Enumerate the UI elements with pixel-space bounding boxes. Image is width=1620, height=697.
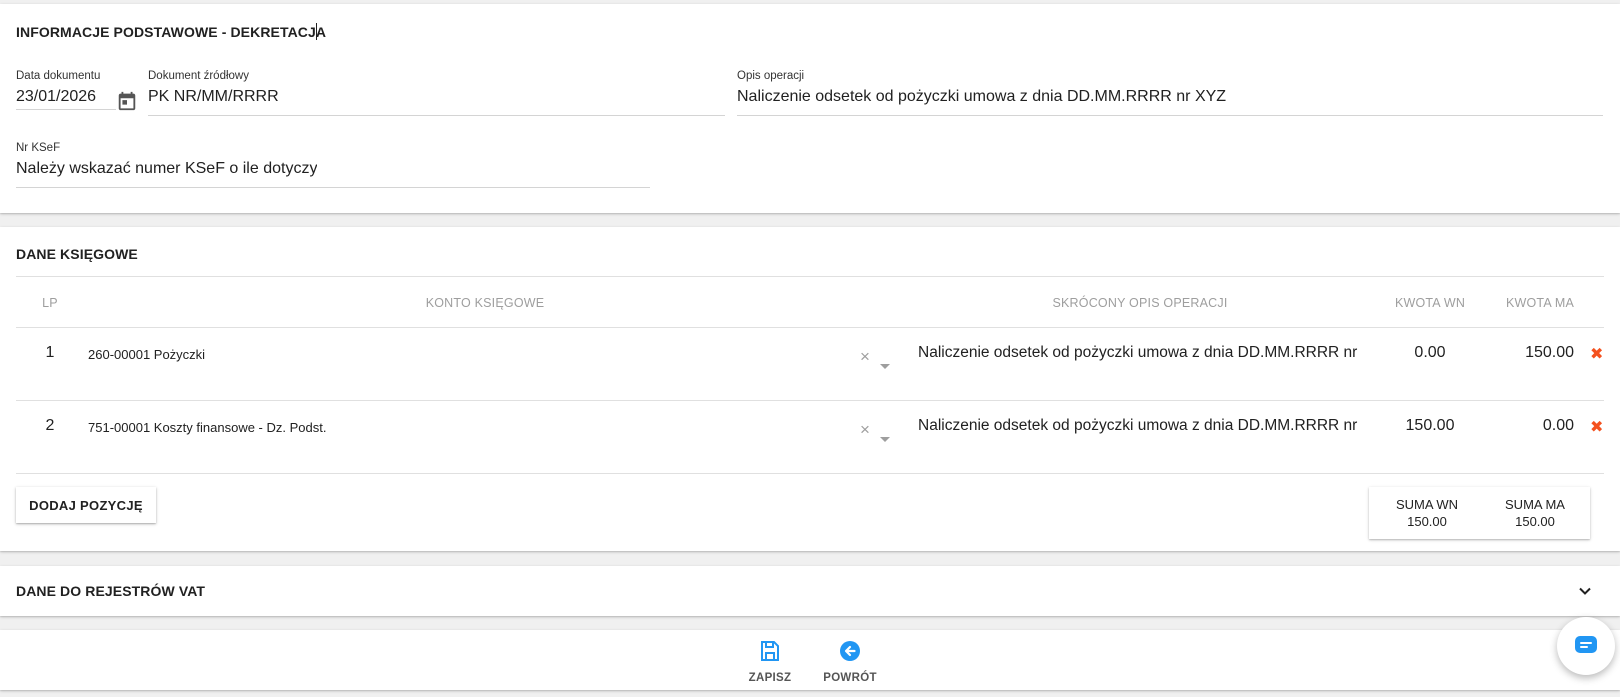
- ksef-number-underline: [16, 187, 650, 188]
- column-header-lp: LP: [42, 296, 58, 310]
- back-button[interactable]: POWRÓT: [821, 639, 879, 684]
- dropdown-caret-icon[interactable]: [880, 364, 890, 369]
- row-divider: [16, 473, 1604, 474]
- sum-wn-value: 150.00: [1407, 514, 1447, 529]
- document-date-field[interactable]: Data dokumentu 23/01/2026: [16, 70, 116, 110]
- basic-info-title: INFORMACJE PODSTAWOWE - DEKRETACJA: [16, 24, 327, 40]
- save-label: ZAPISZ: [748, 672, 792, 684]
- operation-description-value[interactable]: Naliczenie odsetek od pożyczki umowa z d…: [737, 88, 1226, 106]
- document-date-value[interactable]: 23/01/2026: [16, 88, 96, 106]
- source-document-field[interactable]: Dokument źródłowy PK NR/MM/RRRR: [148, 70, 725, 116]
- floppy-disk-icon: [761, 641, 779, 661]
- column-header-amount-ma: KWOTA MA: [1505, 296, 1575, 310]
- sum-wn-label: SUMA WN: [1395, 497, 1459, 512]
- column-header-amount-wn: KWOTA WN: [1394, 296, 1466, 310]
- vat-title: DANE DO REJESTRÓW VAT: [16, 583, 206, 599]
- row-amount-wn-input[interactable]: 0.00: [1380, 344, 1480, 362]
- clear-account-icon[interactable]: ×: [860, 421, 870, 438]
- accounting-card: DANE KSIĘGOWE LP KONTO KSIĘGOWE SKRÓCONY…: [0, 227, 1620, 551]
- back-label: POWRÓT: [823, 672, 877, 684]
- sum-ma-label: SUMA MA: [1505, 497, 1565, 512]
- column-header-short-description: SKRÓCONY OPIS OPERACJI: [1052, 296, 1228, 310]
- sums-box: SUMA WN 150.00 SUMA MA 150.00: [1369, 487, 1590, 539]
- source-document-label: Dokument źródłowy: [148, 70, 249, 82]
- operation-description-label: Opis operacji: [737, 70, 805, 82]
- account-select[interactable]: 751-00001 Koszty finansowe - Dz. Podst.: [88, 420, 326, 435]
- chevron-down-icon[interactable]: [1578, 584, 1592, 603]
- source-document-underline: [148, 115, 725, 116]
- arrow-left-circle-icon: [840, 641, 860, 661]
- accounting-title: DANE KSIĘGOWE: [16, 246, 138, 262]
- account-select[interactable]: 260-00001 Pożyczki: [88, 347, 205, 362]
- sum-ma-value: 150.00: [1515, 514, 1555, 529]
- column-header-account: KONTO KSIĘGOWE: [425, 296, 545, 310]
- basic-info-card: INFORMACJE PODSTAWOWE - DEKRETACJA Data …: [0, 4, 1620, 213]
- row-description-input[interactable]: Naliczenie odsetek od pożyczki umowa z d…: [918, 344, 1364, 362]
- operation-description-field[interactable]: Opis operacji Naliczenie odsetek od poży…: [737, 70, 1603, 116]
- vat-card[interactable]: DANE DO REJESTRÓW VAT: [0, 566, 1620, 616]
- calendar-icon[interactable]: [116, 90, 138, 112]
- source-document-value[interactable]: PK NR/MM/RRRR: [148, 88, 279, 106]
- row-amount-wn-input[interactable]: 150.00: [1380, 417, 1480, 435]
- row-amount-ma-input[interactable]: 0.00: [1486, 417, 1574, 435]
- text-cursor: [316, 23, 317, 40]
- add-position-button[interactable]: DODAJ POZYCJĘ: [16, 487, 156, 523]
- ksef-number-field[interactable]: Nr KSeF Należy wskazać numer KSeF o ile …: [16, 142, 650, 188]
- document-date-label: Data dokumentu: [16, 70, 101, 82]
- action-bar: ZAPISZ POWRÓT: [0, 630, 1620, 690]
- row-lp: 1: [45, 344, 55, 361]
- row-divider: [16, 400, 1604, 401]
- sum-wn: SUMA WN 150.00: [1377, 496, 1477, 530]
- document-date-underline: [16, 109, 116, 110]
- delete-row-icon[interactable]: ✖: [1590, 417, 1603, 437]
- sum-ma: SUMA MA 150.00: [1485, 496, 1585, 530]
- row-amount-ma-input[interactable]: 150.00: [1486, 344, 1574, 362]
- row-description-input[interactable]: Naliczenie odsetek od pożyczki umowa z d…: [918, 417, 1364, 435]
- save-button[interactable]: ZAPISZ: [744, 639, 796, 684]
- dropdown-caret-icon[interactable]: [880, 437, 890, 442]
- operation-description-underline: [737, 115, 1603, 116]
- table-divider: [16, 327, 1604, 328]
- delete-row-icon[interactable]: ✖: [1590, 344, 1603, 364]
- ksef-number-value[interactable]: Należy wskazać numer KSeF o ile dotyczy: [16, 160, 317, 178]
- ksef-number-label: Nr KSeF: [16, 142, 61, 154]
- clear-account-icon[interactable]: ×: [860, 348, 870, 365]
- chat-icon: [1575, 636, 1597, 653]
- row-lp: 2: [45, 417, 55, 434]
- header-divider: [16, 276, 1604, 277]
- chat-button[interactable]: [1557, 617, 1615, 675]
